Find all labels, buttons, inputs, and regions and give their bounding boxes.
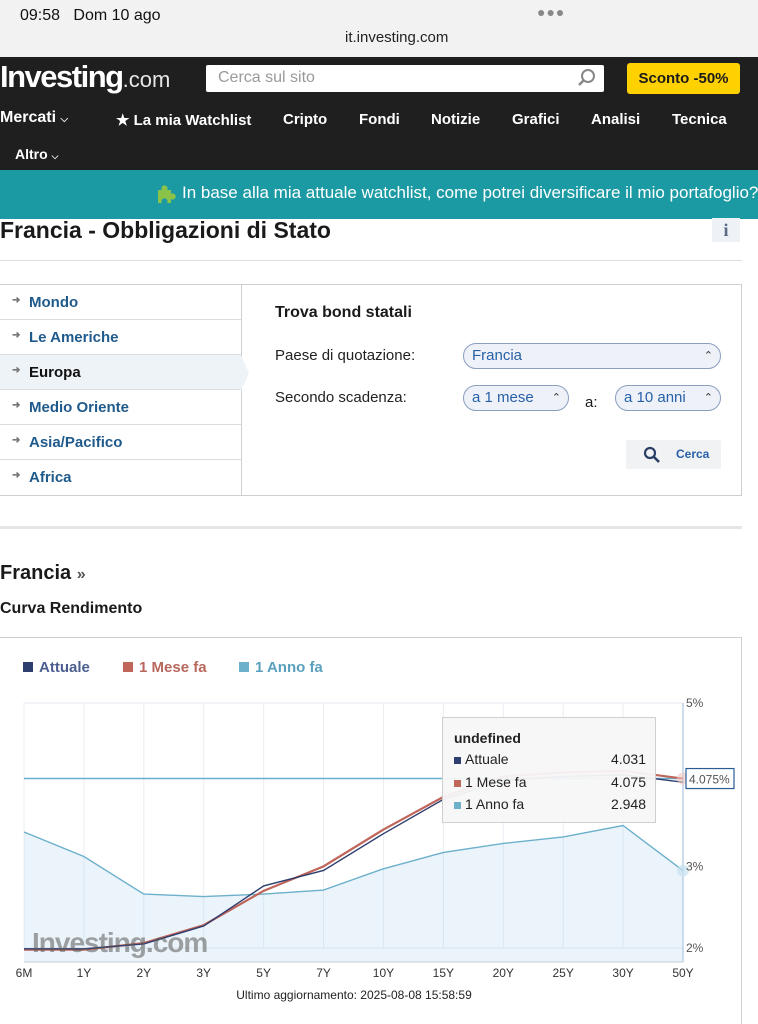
search-icon[interactable]: [576, 68, 598, 93]
main-nav: Mercati ⌵ ★ La mia Watchlist Cripto Fond…: [0, 98, 758, 170]
site-logo[interactable]: Investing.com: [0, 59, 170, 95]
region-item-europa[interactable]: ➜ Europa: [0, 355, 249, 391]
nav-altro[interactable]: Altro ⌵: [15, 146, 58, 162]
ai-banner[interactable]: In base alla mia attuale watchlist, come…: [0, 170, 758, 219]
region-list: ➜ Mondo ➜ Le Americhe ➜ Europa ➜ Medio Orien…: [0, 285, 249, 495]
arrow-right-icon: ➜: [12, 435, 21, 446]
legend-1-anno[interactable]: 1 Anno fa: [239, 659, 323, 676]
yield-curve-panel: [0, 637, 742, 1024]
tooltip-row: Attuale 4.031: [454, 751, 646, 767]
select-chevron-icon: ⌃: [551, 392, 561, 404]
search-input[interactable]: Cerca sul sito: [206, 65, 604, 92]
status-bar: 09:58 Dom 10 ago ●●● it.investing.com: [0, 0, 758, 57]
finder-title: Trova bond statali: [275, 304, 412, 321]
status-time: 09:58 Dom 10 ago: [20, 7, 161, 24]
legend-swatch: [23, 662, 33, 672]
search-icon: [643, 446, 661, 467]
legend-attuale[interactable]: Attuale: [23, 659, 90, 676]
region-item-americhe[interactable]: ➜ Le Americhe: [0, 320, 241, 355]
country-select[interactable]: Francia ⌃: [463, 343, 721, 369]
legend-swatch: [239, 662, 249, 672]
region-item-africa[interactable]: ➜ Africa: [0, 460, 241, 495]
puzzle-icon: [155, 182, 177, 209]
divider: [0, 260, 742, 261]
arrow-right-icon: ➜: [12, 365, 21, 376]
banner-text: In base alla mia attuale watchlist, come…: [182, 183, 758, 202]
divider: [0, 526, 742, 529]
arrow-right-icon: ➜: [12, 295, 21, 306]
search-placeholder: Cerca sul sito: [218, 69, 315, 86]
tooltip-row: 1 Anno fa 2.948: [454, 796, 646, 812]
star-icon: ★: [116, 112, 130, 129]
legend-1-mese[interactable]: 1 Mese fa: [123, 659, 207, 676]
nav-tecnica[interactable]: Tecnica: [672, 111, 727, 128]
legend-swatch: [123, 662, 133, 672]
section-title[interactable]: Francia »: [0, 562, 86, 585]
chevron-down-icon: ⌵: [60, 114, 69, 125]
arrow-right-icon: ➜: [12, 330, 21, 341]
address-bar-url[interactable]: it.investing.com: [0, 29, 758, 46]
nav-fondi[interactable]: Fondi: [359, 111, 400, 128]
to-label: a:: [585, 394, 598, 411]
info-icon[interactable]: i: [712, 218, 740, 242]
last-updated: Ultimo aggiornamento: 2025-08-08 15:58:5…: [236, 988, 472, 1002]
nav-cripto[interactable]: Cripto: [283, 111, 327, 128]
region-item-mondo[interactable]: ➜ Mondo: [0, 285, 241, 320]
tooltip-title: undefined: [454, 730, 521, 746]
country-label: Paese di quotazione:: [275, 347, 416, 364]
nav-notizie[interactable]: Notizie: [431, 111, 480, 128]
region-item-asia[interactable]: ➜ Asia/Pacifico: [0, 425, 241, 460]
tooltip-row: 1 Mese fa 4.075: [454, 774, 646, 790]
maturity-from-select[interactable]: a 1 mese ⌃: [463, 385, 569, 411]
search-button[interactable]: Cerca: [626, 440, 721, 469]
top-header: Investing.com Cerca sul sito Sconto -50%: [0, 57, 758, 98]
arrow-right-icon: ➜: [12, 400, 21, 411]
promo-button[interactable]: Sconto -50%: [627, 63, 740, 94]
nav-watchlist[interactable]: ★ La mia Watchlist: [116, 111, 251, 129]
more-dots-icon[interactable]: ●●●: [537, 4, 565, 20]
arrow-right-icon: ➜: [12, 470, 21, 481]
maturity-to-select[interactable]: a 10 anni ⌃: [615, 385, 721, 411]
maturity-label: Secondo scadenza:: [275, 389, 407, 406]
chart-tooltip: undefined Attuale 4.031 1 Mese fa 4.075 1 …: [442, 717, 656, 823]
page-title: Francia - Obbligazioni di Stato: [0, 217, 331, 243]
select-chevron-icon: ⌃: [703, 392, 713, 404]
nav-grafici[interactable]: Grafici: [512, 111, 560, 128]
nav-mercati[interactable]: Mercati ⌵: [0, 109, 68, 127]
chevron-down-icon: ⌵: [51, 151, 59, 161]
region-item-medio-oriente[interactable]: ➜ Medio Oriente: [0, 390, 241, 425]
chart-subtitle: Curva Rendimento: [0, 600, 143, 617]
select-chevron-icon: ⌃: [703, 350, 713, 362]
nav-analisi[interactable]: Analisi: [591, 111, 640, 128]
